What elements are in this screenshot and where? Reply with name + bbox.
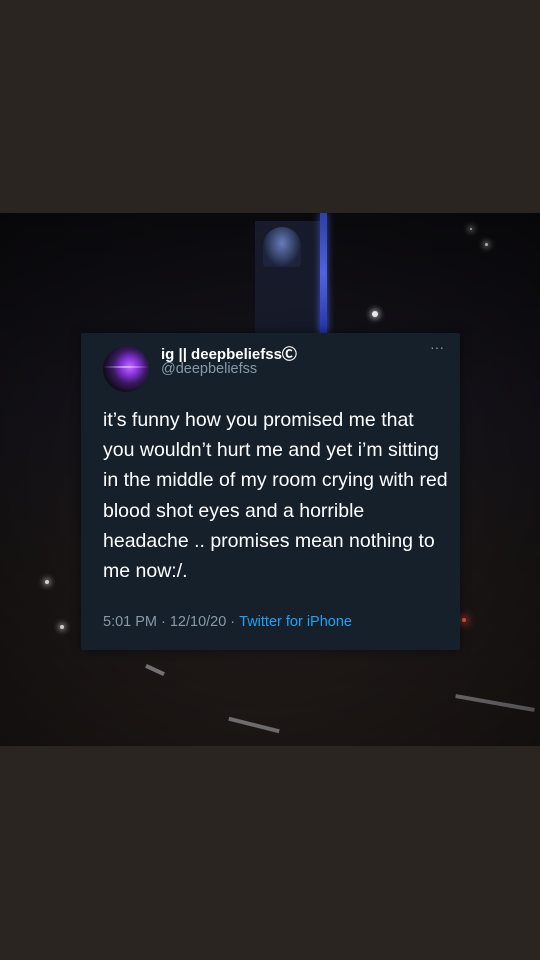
more-options-icon[interactable]: ··· [430,339,444,355]
user-handle[interactable]: @deepbeliefss [161,361,257,377]
road-lane-marking [455,694,535,712]
city-light [470,228,472,230]
city-light [485,243,488,246]
city-light [372,311,378,317]
meta-separator: · [161,614,166,630]
skyscraper [255,221,325,341]
meta-separator: · [230,614,236,630]
tweet-source-link[interactable]: Twitter for iPhone [239,614,352,630]
avatar[interactable] [103,346,149,392]
tweet-date: 12/10/20 [169,614,227,630]
road-lane-marking [228,716,280,734]
tweet-text: it’s funny how you promised me that you … [103,409,448,583]
road-lane-marking [145,663,165,677]
skyscraper-light-strip [320,213,327,333]
tweet-card[interactable]: ig || deepbeliefssⒸ @deepbeliefss ··· it… [81,333,460,650]
tweet-time: 5:01 PM [103,614,157,630]
tail-light [462,618,466,622]
city-light [45,580,49,584]
city-light [60,625,64,629]
tweet-meta: 5:01 PM · 12/10/20 · Twitter for iPhone [103,614,352,630]
